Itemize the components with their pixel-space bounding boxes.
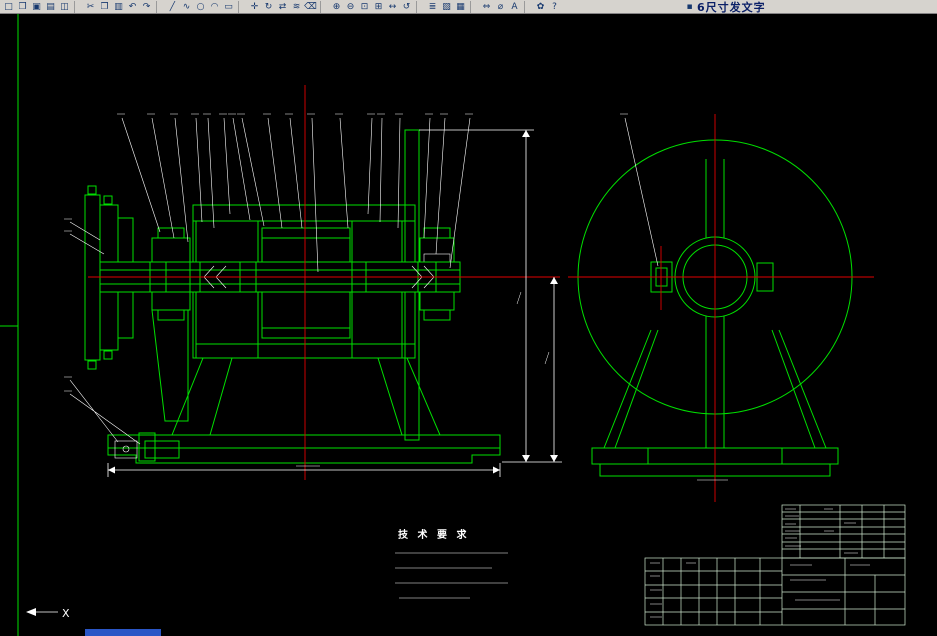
save-icon[interactable]: ▣ [30, 1, 43, 13]
support-wedge [151, 309, 189, 422]
dimension-text-toolbar-label: 6尺寸发文字 [697, 0, 766, 14]
dimension-linear-icon[interactable]: ⇔ [480, 1, 493, 13]
dimension-diameter-icon[interactable]: ⌀ [494, 1, 507, 13]
zoom-window-icon[interactable]: ⊡ [358, 1, 371, 13]
tech-requirements: 技 术 要 求 [395, 528, 508, 599]
drawing-canvas[interactable]: 技 术 要 求 X [0, 14, 937, 636]
taskbar-fragment[interactable] [85, 629, 161, 636]
right-leg [377, 357, 441, 436]
toolbar-separator [74, 0, 81, 13]
paste-icon[interactable]: ▥ [112, 1, 125, 13]
open-file-icon[interactable]: ❒ [16, 1, 29, 13]
tech-requirements-lines [395, 552, 508, 599]
print-preview-icon[interactable]: ◫ [58, 1, 71, 13]
rotate-icon[interactable]: ↻ [262, 1, 275, 13]
toolbar-separator [238, 0, 245, 13]
drawing-area[interactable]: 技 术 要 求 X [0, 14, 937, 636]
copy-icon[interactable]: ❐ [98, 1, 111, 13]
toolbar-separator [156, 0, 163, 13]
text-icon[interactable]: A [508, 1, 521, 13]
tech-requirements-title: 技 术 要 求 [398, 528, 469, 541]
zoom-in-icon[interactable]: ⊕ [330, 1, 343, 13]
ucs-x-arrow [26, 608, 36, 616]
parts-list-table [781, 504, 906, 559]
print-icon[interactable]: ▤ [44, 1, 57, 13]
line-icon[interactable]: ╱ [166, 1, 179, 13]
title-block [644, 504, 906, 626]
front-section-view [84, 129, 501, 464]
left-leg [171, 357, 233, 436]
color-icon[interactable]: ▧ [440, 1, 453, 13]
arc-icon[interactable]: ◠ [208, 1, 221, 13]
casing-bottom-band [195, 343, 416, 359]
base-fitting [114, 432, 180, 462]
help-icon[interactable]: ? [548, 1, 561, 13]
toolbar-separator [320, 0, 327, 13]
regen-icon[interactable]: ↺ [400, 1, 413, 13]
new-file-icon[interactable]: □ [2, 1, 15, 13]
toolbar-separator [416, 0, 423, 13]
main-title-block [644, 557, 906, 626]
ucs-x-label: X [62, 607, 70, 620]
casing-top-flange [192, 204, 416, 222]
block-icon[interactable]: ▪ [683, 1, 696, 13]
zoom-out-icon[interactable]: ⊖ [344, 1, 357, 13]
toolbar-separator [470, 0, 477, 13]
undo-icon[interactable]: ↶ [126, 1, 139, 13]
properties-icon[interactable]: ▦ [454, 1, 467, 13]
main-toolbar: □ ❒ ▣ ▤ ◫ ✂ ❐ ▥ ↶ ↷ ╱ ∿ ○ ◠ ▭ ✛ ↻ ⇄ ≋ ⌫ … [0, 0, 937, 14]
mirror-icon[interactable]: ⇄ [276, 1, 289, 13]
rectangle-icon[interactable]: ▭ [222, 1, 235, 13]
redo-icon[interactable]: ↷ [140, 1, 153, 13]
sheet-frame [0, 14, 19, 636]
circle-icon[interactable]: ○ [194, 1, 207, 13]
ucs-icon: X [26, 607, 70, 620]
polyline-icon[interactable]: ∿ [180, 1, 193, 13]
layers-icon[interactable]: ≣ [426, 1, 439, 13]
machine-base [107, 434, 501, 464]
move-icon[interactable]: ✛ [248, 1, 261, 13]
pan-icon[interactable]: ↔ [386, 1, 399, 13]
palette-icon[interactable]: ✿ [534, 1, 547, 13]
offset-icon[interactable]: ≋ [290, 1, 303, 13]
zoom-extents-icon[interactable]: ⊞ [372, 1, 385, 13]
cut-icon[interactable]: ✂ [84, 1, 97, 13]
toolbar-separator [524, 0, 531, 13]
coupling-outer-flange [84, 194, 101, 361]
erase-icon[interactable]: ⌫ [304, 1, 317, 13]
